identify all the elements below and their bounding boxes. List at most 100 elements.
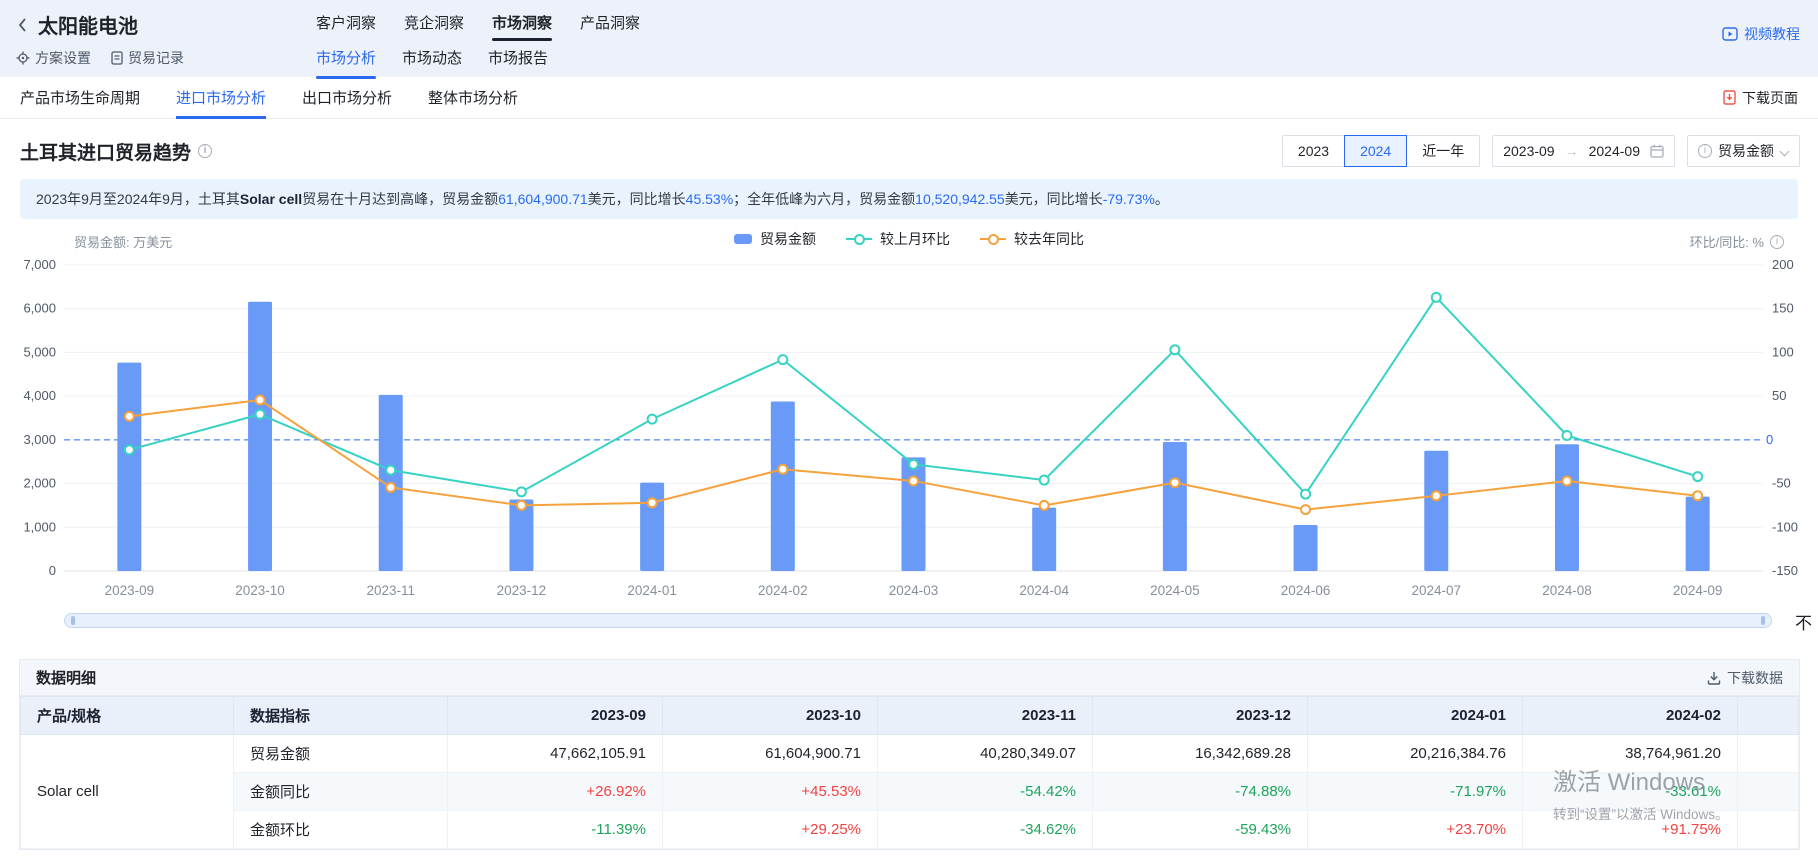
video-tutorial-link[interactable]: 视频教程	[1722, 24, 1800, 44]
right-axis-label: 环比/同比: %	[1690, 232, 1784, 251]
svg-text:200: 200	[1772, 257, 1794, 272]
gear-icon	[16, 51, 30, 65]
plan-settings-link[interactable]: 方案设置	[16, 48, 91, 68]
year-2023-button[interactable]: 2023	[1282, 135, 1345, 167]
tab-market-analysis[interactable]: 市场分析	[316, 47, 376, 79]
recent-year-button[interactable]: 近一年	[1406, 135, 1480, 167]
summary-segment: 美元，同比增长	[588, 191, 686, 207]
svg-text:-50: -50	[1772, 476, 1791, 491]
date-from: 2023-09	[1503, 143, 1554, 159]
legend-label: 较上月环比	[880, 229, 950, 249]
trend-chart-canvas[interactable]: 01,0002,0003,0004,0005,0006,0007,000-150…	[0, 251, 1818, 603]
title-row: 太阳能电池	[16, 10, 316, 39]
video-icon	[1722, 27, 1738, 41]
value-cell: -74.88%	[1093, 773, 1308, 811]
value-cell: +91.75%	[1523, 811, 1738, 849]
tab-overall-market-analysis[interactable]: 整体市场分析	[428, 77, 518, 118]
value-cell: -59.43%	[1093, 811, 1308, 849]
column-header-month: 2023-10	[663, 697, 878, 735]
tab-customer-insight[interactable]: 客户洞察	[316, 12, 376, 41]
indicator-cell: 金额同比	[234, 773, 448, 811]
table-row: Solar cell贸易金额47,662,105.9161,604,900.71…	[21, 735, 1799, 773]
right-axis-info-icon[interactable]	[1770, 235, 1784, 249]
column-header-indicator: 数据指标	[234, 697, 448, 735]
value-cell: -54.42%	[878, 773, 1093, 811]
year-button-group: 2023 2024 近一年	[1282, 135, 1480, 167]
svg-text:50: 50	[1772, 388, 1786, 403]
download-page-label: 下载页面	[1742, 88, 1798, 108]
svg-text:100: 100	[1772, 344, 1794, 359]
column-header-month: 2024-01	[1308, 697, 1523, 735]
legend-mom[interactable]: 较上月环比	[846, 229, 950, 249]
back-icon[interactable]	[16, 17, 30, 33]
svg-text:2024-03: 2024-03	[889, 583, 939, 598]
svg-text:2023-10: 2023-10	[235, 583, 285, 598]
svg-text:2023-11: 2023-11	[366, 583, 415, 598]
summary-segment: 10,520,942.55	[915, 191, 1005, 207]
date-range-arrow: →	[1565, 143, 1579, 159]
legend-yoy[interactable]: 较去年同比	[980, 229, 1084, 249]
svg-text:2024-07: 2024-07	[1411, 583, 1461, 598]
sub-links: 方案设置 贸易记录	[16, 48, 316, 68]
table-body: Solar cell贸易金额47,662,105.9161,604,900.71…	[21, 735, 1799, 849]
svg-text:5,000: 5,000	[23, 344, 56, 359]
download-data-button[interactable]: 下载数据	[1707, 668, 1783, 688]
section-title: 土耳其进口贸易趋势	[20, 138, 212, 165]
download-page-button[interactable]: 下载页面	[1723, 77, 1798, 118]
tab-market-dynamics[interactable]: 市场动态	[402, 47, 462, 79]
section-toolbar: 土耳其进口贸易趋势 2023 2024 近一年 2023-09 → 2024-0…	[0, 119, 1818, 179]
year-2024-button[interactable]: 2024	[1344, 135, 1407, 167]
chevron-down-icon	[1780, 147, 1789, 156]
summary-segment: 美元，同比增长	[1005, 191, 1103, 207]
info-icon[interactable]	[198, 144, 212, 158]
tab-competitor-insight[interactable]: 竞企洞察	[404, 12, 464, 41]
value-cell: +45.53%	[663, 773, 878, 811]
trade-records-link[interactable]: 贸易记录	[111, 48, 184, 68]
download-data-label: 下载数据	[1727, 668, 1783, 688]
svg-text:2024-09: 2024-09	[1673, 583, 1723, 598]
tab-product-lifecycle[interactable]: 产品市场生命周期	[20, 77, 140, 118]
summary-text: 2023年9月至2024年9月，土耳其Solar cell贸易在十月达到高峰，贸…	[36, 191, 1169, 207]
tab-product-insight[interactable]: 产品洞察	[580, 12, 640, 41]
svg-text:0: 0	[1766, 432, 1773, 447]
value-cell: 40,280,349.07	[878, 735, 1093, 773]
chart-scroll-row: 不	[0, 611, 1818, 631]
value-cell: 20,216,384.76	[1308, 735, 1523, 773]
date-range-picker[interactable]: 2023-09 → 2024-09	[1492, 135, 1675, 167]
tab-export-market-analysis[interactable]: 出口市场分析	[302, 77, 392, 118]
summary-segment: 2023年9月至2024年9月，土耳其	[36, 191, 240, 207]
value-cell: 38,764,961.20	[1523, 735, 1738, 773]
filler-cell	[1738, 811, 1799, 849]
summary-segment: 45.53%	[686, 191, 733, 207]
column-header-month: 2023-09	[448, 697, 663, 735]
header-left: 太阳能电池 方案设置 贸易记录	[16, 0, 316, 77]
legend-trade-amount[interactable]: 贸易金额	[734, 229, 816, 249]
svg-text:2023-12: 2023-12	[497, 583, 547, 598]
svg-text:2024-08: 2024-08	[1542, 583, 1592, 598]
market-analysis-nav: 产品市场生命周期 进口市场分析 出口市场分析 整体市场分析 下载页面	[0, 77, 1818, 119]
bar-swatch-icon	[734, 234, 752, 244]
tab-market-report[interactable]: 市场报告	[488, 47, 548, 79]
page: 太阳能电池 方案设置 贸易记录 客户洞察 竞企洞察 市场洞察 产品洞察	[0, 0, 1818, 857]
value-cell: 47,662,105.91	[448, 735, 663, 773]
summary-segment: 。	[1155, 191, 1169, 207]
table-row: 金额环比-11.39%+29.25%-34.62%-59.43%+23.70%+…	[21, 811, 1799, 849]
column-header-month: 2023-11	[878, 697, 1093, 735]
metric-select[interactable]: 贸易金额	[1687, 135, 1800, 167]
section-title-text: 土耳其进口贸易趋势	[20, 138, 191, 165]
summary-segment: -79.73%	[1103, 191, 1155, 207]
download-icon	[1707, 671, 1721, 685]
data-detail-section: 数据明细 下载数据 产品/规格数据指标2023-092023-102023-11…	[19, 659, 1800, 850]
value-cell: +23.70%	[1308, 811, 1523, 849]
chart-horizontal-scrollbar[interactable]	[64, 613, 1772, 628]
tab-import-market-analysis[interactable]: 进口市场分析	[176, 77, 266, 118]
download-page-icon	[1723, 90, 1736, 105]
legend-label: 较去年同比	[1014, 229, 1084, 249]
column-header-month: 2023-12	[1093, 697, 1308, 735]
top-header: 太阳能电池 方案设置 贸易记录 客户洞察 竞企洞察 市场洞察 产品洞察	[0, 0, 1818, 77]
header-tabs: 客户洞察 竞企洞察 市场洞察 产品洞察 市场分析 市场动态 市场报告	[316, 0, 640, 77]
svg-text:2,000: 2,000	[23, 476, 56, 491]
tab-market-insight[interactable]: 市场洞察	[492, 12, 552, 41]
right-axis-label-text: 环比/同比: %	[1690, 232, 1764, 251]
summary-segment: Solar cell	[240, 191, 302, 207]
